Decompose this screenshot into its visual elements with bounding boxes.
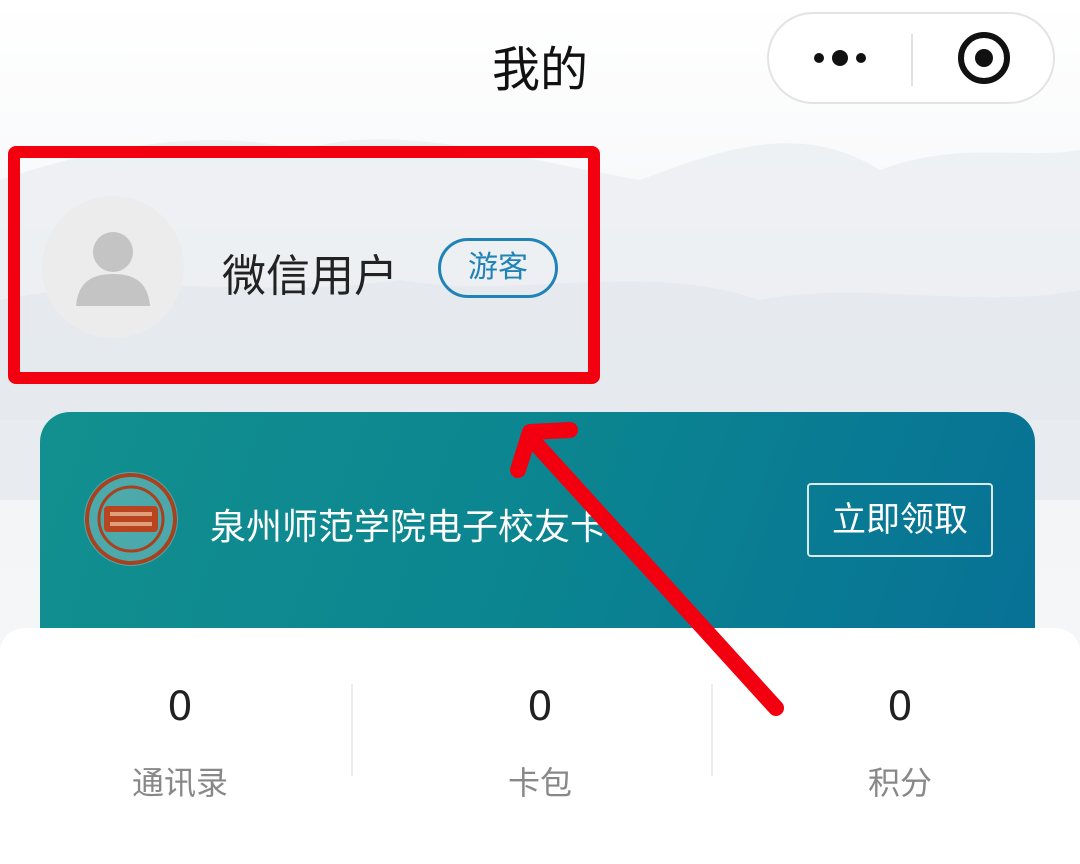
- header: 我的: [0, 0, 1080, 120]
- close-button[interactable]: [913, 14, 1055, 102]
- stat-value: 0: [527, 684, 553, 730]
- stat-divider: [711, 684, 713, 776]
- alumni-card[interactable]: 泉州师范学院电子校友卡 立即领取: [40, 412, 1035, 652]
- mini-program-capsule: [767, 12, 1055, 104]
- more-button[interactable]: [769, 14, 911, 102]
- stat-contacts[interactable]: 0 通讯录: [0, 628, 360, 828]
- claim-button[interactable]: 立即领取: [807, 483, 993, 557]
- stat-card-wallet[interactable]: 0 卡包: [360, 628, 720, 828]
- more-dots-icon-center: [832, 50, 848, 66]
- stat-value: 0: [167, 684, 193, 730]
- stat-label: 通讯录: [131, 764, 228, 802]
- target-close-icon: [958, 32, 1010, 84]
- stat-label: 卡包: [507, 764, 572, 802]
- highlight-box: [8, 146, 600, 384]
- stat-label: 积分: [867, 764, 932, 802]
- school-seal-icon: [84, 472, 178, 566]
- stat-points[interactable]: 0 积分: [720, 628, 1080, 828]
- stats-panel: 0 通讯录 0 卡包 0 积分: [0, 628, 1080, 864]
- more-dots-icon-right: [856, 53, 866, 63]
- card-title: 泉州师范学院电子校友卡: [210, 507, 607, 548]
- stat-divider: [351, 684, 353, 776]
- more-dots-icon: [814, 53, 824, 63]
- stat-value: 0: [887, 684, 913, 730]
